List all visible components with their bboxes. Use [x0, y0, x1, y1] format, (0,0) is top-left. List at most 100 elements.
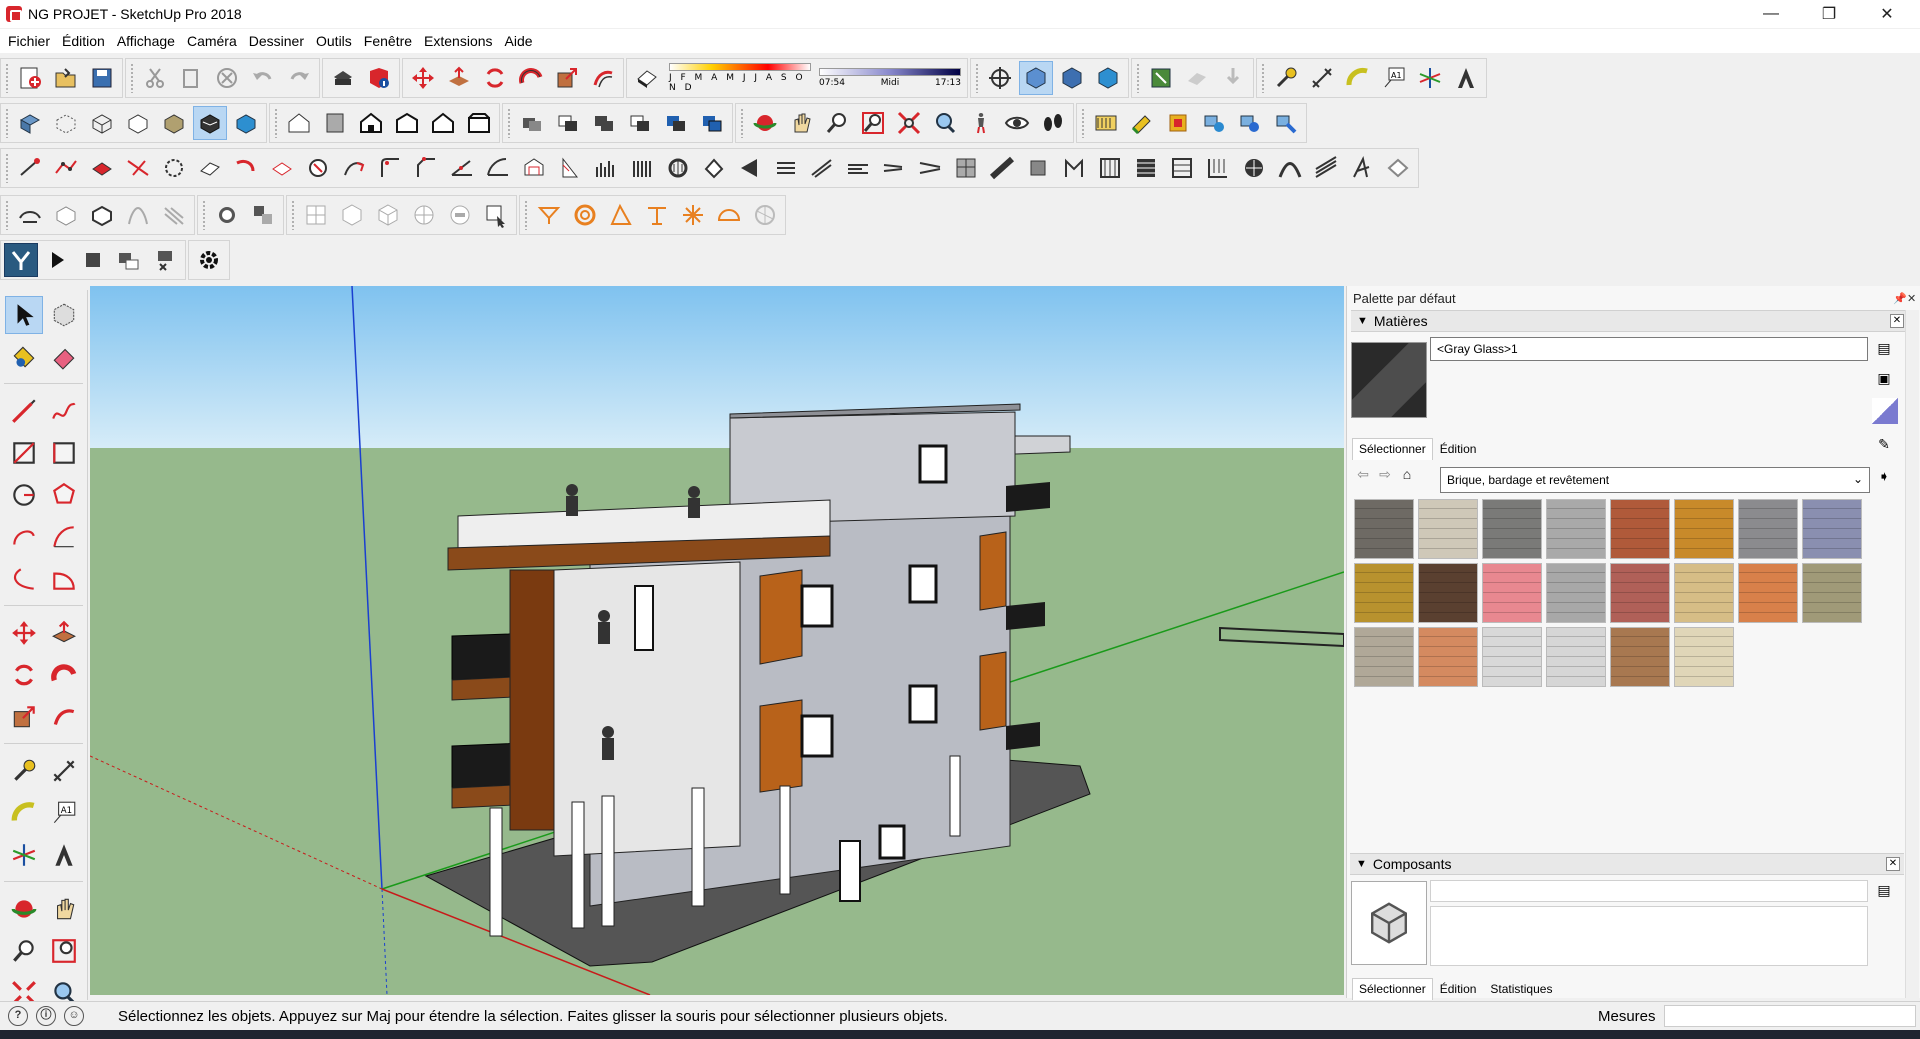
monochrome-icon[interactable]	[229, 106, 263, 140]
text-label-icon[interactable]: A1	[45, 794, 83, 832]
menu-fenetre[interactable]: Fenêtre	[360, 33, 420, 49]
materials-panel-header[interactable]: ▼ Matières ✕	[1351, 310, 1908, 332]
move-tool-icon[interactable]	[5, 614, 43, 652]
toolbar-grip[interactable]	[507, 108, 511, 138]
stop-icon[interactable]	[76, 243, 110, 277]
material-swatch[interactable]	[1610, 499, 1670, 559]
add-location-icon[interactable]	[1144, 61, 1178, 95]
3d-text-tool-icon[interactable]	[45, 836, 83, 874]
ext-tool-22-icon[interactable]	[769, 151, 803, 185]
ext-tool-7-icon[interactable]	[229, 151, 263, 185]
ext-tool-11-icon[interactable]	[373, 151, 407, 185]
shadow-time-slider[interactable]: 07:54 Midi 17:13	[815, 60, 965, 96]
dynamic-components-icon[interactable]	[1197, 106, 1231, 140]
material-swatch[interactable]	[1802, 499, 1862, 559]
left-view-icon[interactable]	[462, 106, 496, 140]
grid-3-icon[interactable]	[371, 198, 405, 232]
material-swatch[interactable]	[1354, 563, 1414, 623]
toolbar-grip[interactable]	[975, 63, 979, 93]
offset-icon[interactable]	[586, 61, 620, 95]
ext-orange-6-icon[interactable]	[712, 198, 746, 232]
undo-icon[interactable]	[246, 61, 280, 95]
menu-dessiner[interactable]: Dessiner	[245, 33, 312, 49]
components-close-icon[interactable]: ✕	[1886, 857, 1900, 871]
material-collection-select[interactable]: Brique, bardage et revêtement ⌄	[1440, 467, 1870, 493]
smoove-icon[interactable]	[85, 198, 119, 232]
hidden-line-icon[interactable]	[121, 106, 155, 140]
collapse-triangle-icon[interactable]: ▼	[1356, 858, 1367, 870]
forward-arrow-icon[interactable]: ⇨	[1374, 466, 1396, 488]
ext-tool-37-icon[interactable]	[1309, 151, 1343, 185]
new-file-icon[interactable]	[13, 61, 47, 95]
ext-tool-23-icon[interactable]	[805, 151, 839, 185]
zoom-tool-icon[interactable]	[5, 932, 43, 970]
tab-select[interactable]: Sélectionner	[1352, 438, 1433, 460]
rectangle-tool-icon[interactable]	[5, 434, 43, 472]
ext-tool-1-icon[interactable]	[13, 151, 47, 185]
toolbar-grip[interactable]	[291, 200, 295, 230]
follow-me-tool-icon[interactable]	[45, 656, 83, 694]
perspective-icon[interactable]	[1055, 61, 1089, 95]
ext-tool-14-icon[interactable]	[481, 151, 515, 185]
ext-tool-3-icon[interactable]	[85, 151, 119, 185]
toolbar-grip[interactable]	[740, 108, 744, 138]
follow-me-icon[interactable]	[514, 61, 548, 95]
ext-tool-25-icon[interactable]	[877, 151, 911, 185]
close-window-button[interactable]: ✕	[1864, 0, 1910, 28]
scale-tool-icon[interactable]	[5, 698, 43, 736]
rotated-rectangle-icon[interactable]	[45, 434, 83, 472]
material-swatch[interactable]	[1546, 499, 1606, 559]
ext-tool-9-icon[interactable]	[301, 151, 335, 185]
material-swatch[interactable]	[1418, 563, 1478, 623]
axes-tool-icon[interactable]	[5, 836, 43, 874]
toolbar-grip[interactable]	[274, 108, 278, 138]
materials-close-icon[interactable]: ✕	[1890, 314, 1904, 328]
front-view-icon[interactable]	[354, 106, 388, 140]
toolbar-grip[interactable]	[524, 200, 528, 230]
previous-view-icon[interactable]	[928, 106, 962, 140]
record-settings-icon[interactable]	[112, 243, 146, 277]
ext-orange-2-icon[interactable]	[568, 198, 602, 232]
copy-icon[interactable]	[174, 61, 208, 95]
toolbar-grip[interactable]	[130, 63, 134, 93]
pan-tool-icon[interactable]	[45, 890, 83, 928]
toolbar-grip[interactable]	[1081, 108, 1085, 138]
eyedropper-icon[interactable]: ✎	[1874, 436, 1894, 456]
share-model-icon[interactable]	[1125, 106, 1159, 140]
top-view-icon[interactable]	[318, 106, 352, 140]
grid-1-icon[interactable]	[299, 198, 333, 232]
zoom-window-icon[interactable]	[856, 106, 890, 140]
collapse-triangle-icon[interactable]: ▼	[1357, 315, 1368, 327]
grid-4-icon[interactable]	[407, 198, 441, 232]
play-icon[interactable]	[40, 243, 74, 277]
menu-extensions[interactable]: Extensions	[420, 33, 500, 49]
ext-tool-5-icon[interactable]	[157, 151, 191, 185]
geo-location-icon[interactable]: ?	[8, 1005, 28, 1026]
credits-icon[interactable]: ⓘ	[36, 1005, 56, 1026]
select-tool-icon[interactable]	[5, 296, 43, 334]
grid-2-icon[interactable]	[335, 198, 369, 232]
ext-tool-21-icon[interactable]	[733, 151, 767, 185]
material-swatch[interactable]	[1674, 499, 1734, 559]
extension-warehouse-icon[interactable]	[1161, 106, 1195, 140]
line-tool-icon[interactable]	[5, 392, 43, 430]
model-info-icon[interactable]	[362, 61, 396, 95]
ext-tool-13-icon[interactable]	[445, 151, 479, 185]
ext-tool-28-icon[interactable]	[985, 151, 1019, 185]
ext-tool-33-icon[interactable]	[1165, 151, 1199, 185]
rotate-tool-icon[interactable]	[5, 656, 43, 694]
menu-aide[interactable]: Aide	[501, 33, 541, 49]
arc-tool-icon[interactable]	[5, 518, 43, 556]
three-point-arc-icon[interactable]	[5, 560, 43, 598]
material-swatch[interactable]	[1482, 563, 1542, 623]
zoom-icon[interactable]	[820, 106, 854, 140]
toolbar-grip[interactable]	[202, 200, 206, 230]
rotate-icon[interactable]	[478, 61, 512, 95]
pie-tool-icon[interactable]	[45, 560, 83, 598]
ext-tool-32-icon[interactable]	[1129, 151, 1163, 185]
from-scratch-icon[interactable]	[49, 198, 83, 232]
push-pull-tool-icon[interactable]	[45, 614, 83, 652]
ext-tool-12-icon[interactable]	[409, 151, 443, 185]
ext-tool-4-icon[interactable]	[121, 151, 155, 185]
components-panel-header[interactable]: ▼ Composants ✕	[1350, 853, 1904, 875]
